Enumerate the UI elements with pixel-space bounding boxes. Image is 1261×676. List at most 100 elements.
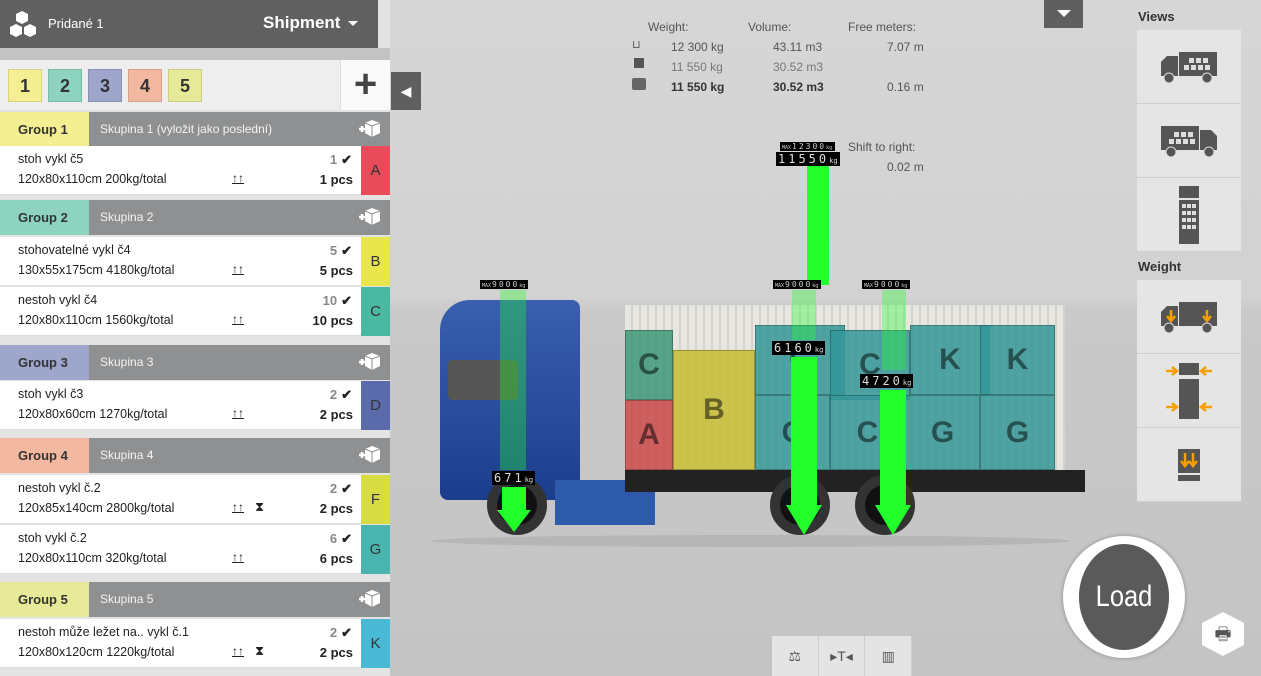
group-name[interactable]: Skupina 1 (vyložit jako poslední): [100, 112, 272, 147]
axle-1-arrow: [497, 510, 531, 532]
cargo-box[interactable]: B: [673, 350, 755, 470]
add-item-icon[interactable]: [358, 444, 382, 466]
collapse-panel-button[interactable]: ◀: [391, 72, 421, 110]
group-name[interactable]: Skupina 5: [100, 582, 153, 617]
weight-kg-button[interactable]: ⚖: [772, 636, 819, 676]
this-side-up-icon: ↑↑: [232, 312, 244, 326]
group-header[interactable]: Group 4 Skupina 4: [0, 438, 390, 473]
check-icon: ✔: [341, 481, 352, 496]
scene-dropdown-button[interactable]: [1044, 0, 1083, 28]
volume-header: Volume:: [748, 20, 792, 34]
group-tab-5[interactable]: 5: [168, 69, 202, 102]
stat-value: 7.07 m: [887, 40, 924, 54]
view-top-button[interactable]: [1137, 178, 1241, 252]
cargo-item[interactable]: stoh vykl č.2 120x80x110cm 320kg/total ↑↑ 6…: [0, 525, 390, 574]
group-label: Group 2: [0, 200, 89, 235]
load-label: Load: [1078, 544, 1170, 650]
group-header[interactable]: Group 5 Skupina 5: [0, 582, 390, 617]
cargo-box[interactable]: G: [905, 395, 980, 470]
axle-2-max: MAX9000kg: [773, 280, 822, 289]
stat-value: 43.11 m3: [773, 40, 823, 54]
group-name[interactable]: Skupina 4: [100, 438, 153, 473]
item-dims: 120x80x120cm 1220kg/total: [18, 645, 175, 659]
group-header[interactable]: Group 3 Skupina 3: [0, 345, 390, 380]
view-side-right-button[interactable]: [1137, 104, 1241, 178]
group-label: Group 1: [0, 112, 89, 147]
group-header[interactable]: Group 2 Skupina 2: [0, 200, 390, 235]
axle-2-arrow: [786, 505, 822, 535]
weight-axles-button[interactable]: [1137, 280, 1241, 354]
this-side-up-icon: ↑↑: [232, 262, 244, 276]
item-pcs: 2 pcs: [319, 645, 353, 660]
group-tab-4[interactable]: 4: [128, 69, 162, 102]
item-count: 6 ✔: [329, 531, 352, 546]
total-bar: [807, 165, 829, 285]
group-label: Group 3: [0, 345, 89, 380]
check-icon: ✔: [341, 531, 352, 546]
text-label-icon: ▸T◂: [830, 648, 853, 664]
boxes-logo-icon: [10, 11, 36, 37]
cargo-box[interactable]: G: [980, 395, 1055, 470]
total-load: 11550kg: [776, 152, 840, 166]
this-side-up-icon: ↑↑: [232, 550, 244, 564]
add-item-icon[interactable]: [358, 118, 382, 140]
chevron-left-icon: ◀: [400, 83, 412, 99]
truck-axle-weight-icon: [1161, 301, 1217, 333]
non-stackable-icon: ⧗: [255, 499, 265, 514]
stat-value: 11 550 kg: [671, 80, 725, 94]
cargo-item[interactable]: stohovatelné vykl č4 130x55x175cm 4180kg/…: [0, 237, 390, 286]
weight-sides-button[interactable]: [1137, 354, 1241, 428]
shift-value: 0.02 m: [887, 160, 924, 174]
stat-value: 30.52 m3: [773, 60, 824, 74]
group-tab-3[interactable]: 3: [88, 69, 122, 102]
weight-header: Weight:: [648, 20, 689, 34]
add-group-button[interactable]: +: [340, 60, 390, 110]
cargo-icon: [634, 58, 644, 68]
add-item-icon[interactable]: [358, 588, 382, 610]
add-item-icon[interactable]: [358, 206, 382, 228]
group-label: Group 4: [0, 438, 89, 473]
item-letter: D: [361, 381, 390, 430]
truck-rear-weight-icon: [1178, 448, 1200, 481]
trailer-bed: [625, 470, 1085, 492]
loaded-trailer-icon: [632, 78, 646, 90]
text-labels-button[interactable]: ▸T◂: [819, 636, 866, 676]
item-pcs: 1 pcs: [319, 172, 353, 187]
this-side-up-icon: ↑↑: [232, 644, 244, 658]
layout-toggle-button[interactable]: ▥: [865, 636, 913, 676]
cargo-box[interactable]: K: [980, 325, 1055, 395]
header: Pridané 1 Shipment: [0, 0, 378, 48]
cargo-item[interactable]: stoh vykl č5 120x80x110cm 200kg/total ↑↑ 1 ✔…: [0, 146, 390, 195]
item-count: 5 ✔: [329, 243, 352, 258]
cargo-box[interactable]: C: [625, 330, 673, 400]
cargo-item[interactable]: nestoh vykl č4 120x80x110cm 1560kg/total ↑…: [0, 287, 390, 336]
item-count: 2 ✔: [329, 481, 352, 496]
group-name[interactable]: Skupina 2: [100, 200, 153, 235]
shipment-dropdown[interactable]: Shipment: [263, 13, 359, 33]
cargo-box[interactable]: A: [625, 400, 673, 470]
view-side-left-button[interactable]: [1137, 30, 1241, 104]
truck-top-icon: [1179, 185, 1199, 244]
cargo-item[interactable]: nestoh vykl č.2 120x85x140cm 2800kg/total…: [0, 475, 390, 524]
this-side-up-icon: ↑↑: [232, 171, 244, 185]
stat-value: 30.52 m3: [773, 80, 824, 94]
non-stackable-icon: ⧗: [255, 643, 265, 658]
check-icon: ✔: [341, 293, 352, 308]
trailer-icon: ⊔: [632, 39, 641, 51]
item-pcs: 6 pcs: [319, 551, 353, 566]
group-label: Group 5: [0, 582, 89, 617]
kg-weight-icon: ⚖: [788, 648, 802, 664]
cargo-item[interactable]: nestoh může ležet na.. vykl č.1 120x80x12…: [0, 619, 390, 668]
item-dims: 120x80x110cm 1560kg/total: [18, 313, 174, 327]
group-header[interactable]: Group 1 Skupina 1 (vyložit jako poslední): [0, 112, 390, 147]
load-button[interactable]: Load: [1063, 536, 1185, 658]
group-tab-2[interactable]: 2: [48, 69, 82, 102]
group-name[interactable]: Skupina 3: [100, 345, 153, 380]
add-item-icon[interactable]: [358, 351, 382, 373]
item-name: stoh vykl č.2: [18, 531, 87, 545]
group-tab-1[interactable]: 1: [8, 69, 42, 102]
weight-rear-button[interactable]: [1137, 428, 1241, 502]
cargo-box[interactable]: K: [910, 325, 990, 395]
cargo-item[interactable]: stoh vykl č3 120x80x60cm 1270kg/total ↑↑ 2 ✔…: [0, 381, 390, 430]
axle-2-load: 6160kg: [772, 341, 826, 355]
